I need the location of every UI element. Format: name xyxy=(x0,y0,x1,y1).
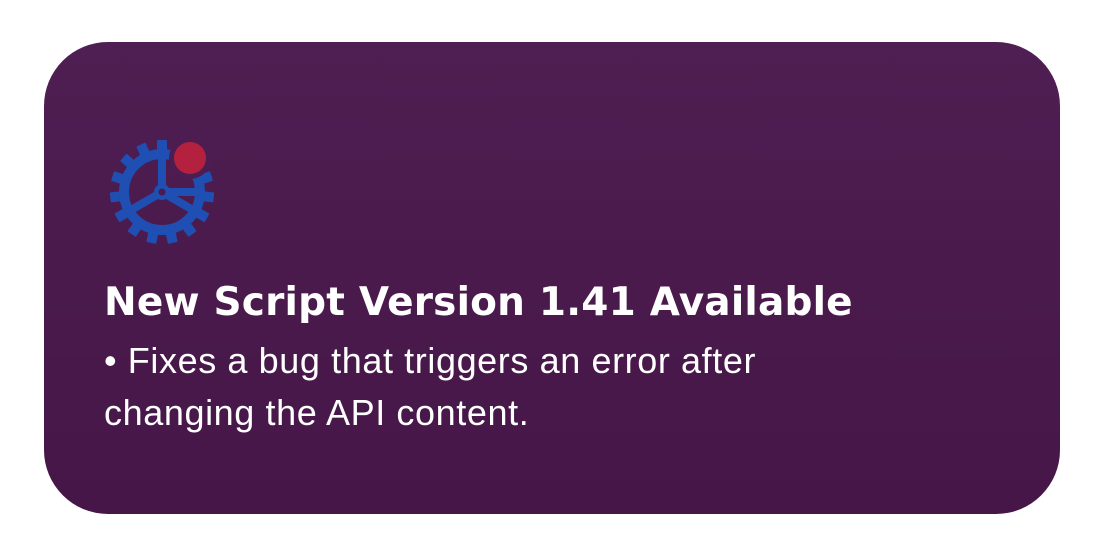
gear-update-icon xyxy=(110,136,222,248)
notification-message: • Fixes a bug that triggers an error aft… xyxy=(104,340,757,433)
page: New Script Version 1.41 Available • Fixe… xyxy=(0,0,1102,536)
notification-title: New Script Version 1.41 Available xyxy=(104,280,853,325)
update-notification-card[interactable]: New Script Version 1.41 Available • Fixe… xyxy=(44,42,1060,514)
notification-dot-icon xyxy=(174,142,206,174)
